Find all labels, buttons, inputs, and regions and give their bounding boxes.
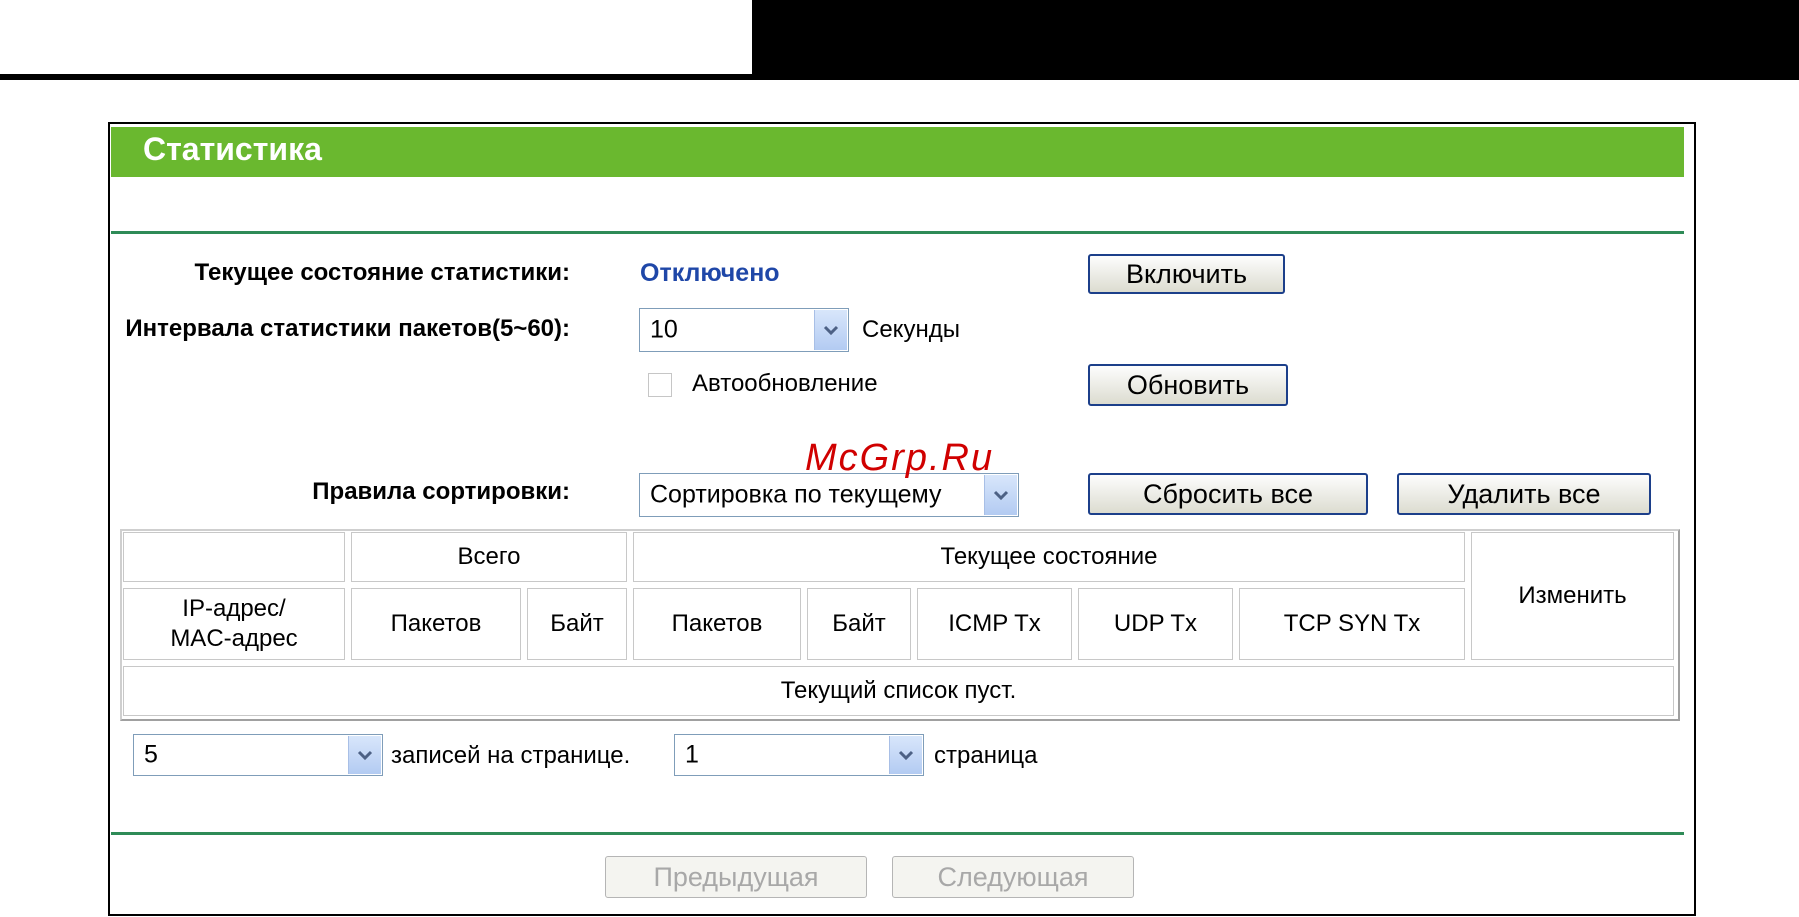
interval-unit: Секунды <box>862 316 960 343</box>
table-col-bytes: Байт <box>527 588 627 660</box>
page-label: страница <box>934 742 1038 769</box>
per-page-select[interactable]: 5 <box>133 734 383 776</box>
page-title: Статистика <box>143 131 322 167</box>
interval-select-value: 10 <box>650 315 678 344</box>
divider-top <box>111 231 1684 234</box>
auto-refresh-checkbox[interactable] <box>648 373 672 397</box>
enable-button[interactable]: Включить <box>1088 254 1285 294</box>
table-group-total: Всего <box>351 532 627 582</box>
interval-label: Интервала статистики пакетов(5~60): <box>125 315 570 342</box>
delete-all-button[interactable]: Удалить все <box>1397 473 1651 515</box>
table-header-empty <box>123 532 345 582</box>
page-select-value: 1 <box>685 740 699 769</box>
table-col-packets-current: Пакетов <box>633 588 801 660</box>
table-group-current: Текущее состояние <box>633 532 1465 582</box>
table-col-udp-tx: UDP Tx <box>1078 588 1233 660</box>
reset-all-button[interactable]: Сбросить все <box>1088 473 1368 515</box>
header-black-bar <box>752 0 1799 76</box>
chevron-down-icon[interactable] <box>348 736 381 774</box>
auto-refresh-label: Автообновление <box>692 370 878 397</box>
watermark-text: McGrp.Ru <box>805 437 995 479</box>
sort-select-value: Сортировка по текущему <box>650 480 942 509</box>
title-bar <box>111 127 1684 177</box>
current-state-label: Текущее состояние статистики: <box>194 259 570 286</box>
table-col-ip-mac: IP-адрес/ MAC-адрес <box>123 588 345 660</box>
table-col-icmp-tx: ICMP Tx <box>917 588 1072 660</box>
chevron-down-icon[interactable] <box>984 475 1017 515</box>
table-empty-row: Текущий список пуст. <box>123 666 1674 716</box>
sort-label: Правила сортировки: <box>312 478 570 505</box>
statistics-panel <box>108 122 1696 916</box>
chevron-down-icon[interactable] <box>814 310 847 350</box>
per-page-label: записей на странице. <box>391 742 631 769</box>
per-page-select-value: 5 <box>144 740 158 769</box>
interval-select[interactable]: 10 <box>639 308 849 352</box>
status-value: Отключено <box>640 259 780 287</box>
header-rule <box>0 74 1799 80</box>
divider-bottom <box>111 832 1684 835</box>
refresh-button[interactable]: Обновить <box>1088 364 1288 406</box>
prev-button[interactable]: Предыдущая <box>605 856 867 898</box>
table-col-bytes-current: Байт <box>807 588 911 660</box>
table-col-packets: Пакетов <box>351 588 521 660</box>
page-select[interactable]: 1 <box>674 734 924 776</box>
table-col-edit: Изменить <box>1471 532 1674 660</box>
next-button[interactable]: Следующая <box>892 856 1134 898</box>
table-col-tcp-syn-tx: TCP SYN Tx <box>1239 588 1465 660</box>
chevron-down-icon[interactable] <box>889 736 922 774</box>
